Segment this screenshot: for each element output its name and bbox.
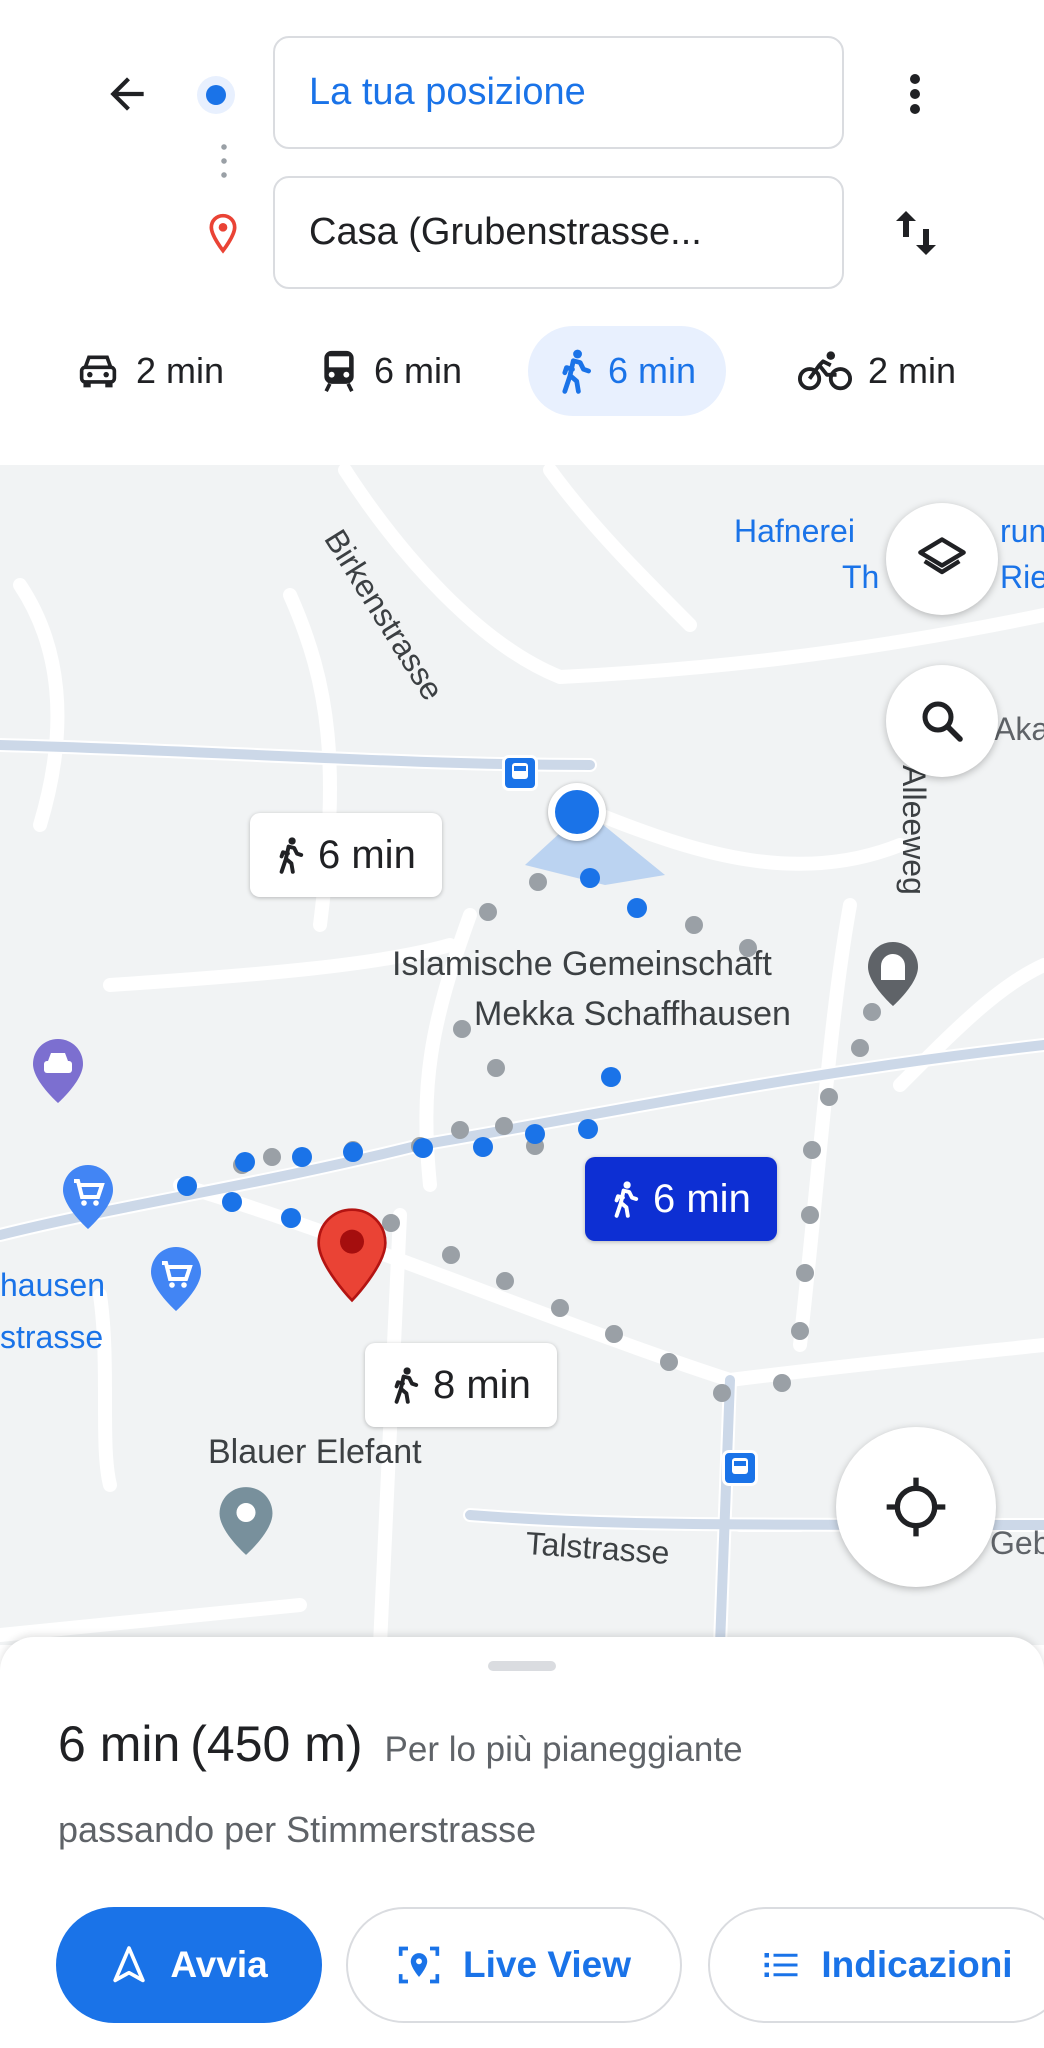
poi-label-geb: Geb [990, 1525, 1044, 1561]
poi-label-hafnerei-suffix: run [1000, 513, 1044, 549]
mode-tab-transit[interactable]: 6 min [320, 326, 462, 416]
sheet-drag-handle[interactable] [488, 1661, 556, 1671]
more-options-button[interactable] [888, 62, 942, 126]
route-map[interactable]: Birkenstrasse Alleeweg Talstrasse Hafner… [0, 465, 1044, 1645]
car-rental-pin-icon[interactable] [30, 1037, 86, 1110]
swap-route-button[interactable] [884, 198, 948, 268]
car-icon [79, 355, 117, 388]
mode-cycling-time: 2 min [868, 350, 957, 391]
route-time-selected: 6 min [653, 1176, 751, 1221]
my-location-button[interactable] [836, 1427, 996, 1587]
origin-marker-icon [197, 76, 235, 114]
navigation-arrow-icon [113, 1946, 146, 1983]
live-view-label: Live View [463, 1944, 631, 1985]
bike-icon [798, 351, 852, 391]
search-along-route-button[interactable] [886, 665, 998, 777]
route-terrain: Per lo più pianeggiante [384, 1730, 743, 1769]
bus-stop-icon-2[interactable] [722, 1450, 758, 1486]
crosshair-icon [886, 1477, 946, 1537]
poi-label-hafnerei: Hafnerei [734, 513, 855, 549]
route-time-alt-1: 6 min [318, 832, 416, 877]
mode-transit-time: 6 min [374, 350, 463, 391]
route-time-bubble-selected[interactable]: 6 min [585, 1157, 777, 1241]
destination-input-value: Casa (Grubenstrasse... [309, 211, 702, 253]
poi-label-mosque-line1: Islamische Gemeinschaft [392, 945, 772, 983]
route-actions: Avvia Live View Indicazioni [56, 1907, 1044, 2025]
destination-pin-icon[interactable] [314, 1207, 390, 1308]
poi-label-hafnerei-suffix2: Rie [1000, 559, 1044, 595]
shopping-pin-icon-2[interactable] [148, 1245, 204, 1318]
walk-icon [394, 1367, 419, 1404]
mosque-pin-icon[interactable] [865, 940, 921, 1013]
destination-input[interactable]: Casa (Grubenstrasse... [273, 176, 844, 289]
swap-vert-icon [896, 211, 936, 255]
transit-icon [324, 350, 354, 392]
list-icon [764, 1953, 798, 1977]
poi-label-hausen: hausen [0, 1267, 105, 1303]
mode-tab-walking[interactable]: 6 min [528, 326, 727, 416]
shopping-pin-icon[interactable] [60, 1163, 116, 1236]
origin-input-value: La tua posizione [309, 71, 586, 113]
route-time-bubble-alt-1[interactable]: 6 min [250, 813, 442, 897]
directions-list-label: Indicazioni [821, 1944, 1013, 1985]
mode-tab-driving[interactable]: 2 min [76, 326, 224, 416]
route-distance: (450 m) [190, 1716, 363, 1772]
route-details-sheet[interactable]: 6 min (450 m) Per lo più pianeggiante pa… [0, 1637, 1044, 2048]
mode-walking-time: 6 min [608, 350, 697, 391]
layers-icon [918, 537, 966, 575]
bus-stop-icon[interactable] [502, 755, 538, 791]
place-pin-icon[interactable] [216, 1485, 276, 1562]
route-summary: 6 min (450 m) Per lo più pianeggiante [58, 1715, 743, 1773]
poi-label-strasse: strasse [0, 1319, 104, 1355]
directions-header: La tua posizione Casa (Grubenstrasse... … [0, 0, 1044, 465]
current-location-marker [548, 783, 606, 841]
route-connector-dots [221, 140, 227, 184]
route-via: passando per Stimmerstrasse [58, 1809, 537, 1850]
current-location-dot [555, 790, 599, 834]
origin-input[interactable]: La tua posizione [273, 36, 844, 149]
street-label-alleeweg: Alleeweg [896, 765, 932, 895]
live-view-icon [398, 1946, 440, 1984]
arrow-back-icon [110, 77, 144, 111]
layers-button[interactable] [886, 503, 998, 615]
search-icon [922, 701, 963, 742]
travel-mode-tabs: 2 min 6 min 6 min 2 min [0, 326, 1044, 416]
route-time-bubble-alt-2[interactable]: 8 min [365, 1343, 557, 1427]
route-time-alt-2: 8 min [433, 1362, 531, 1407]
walk-icon [614, 1181, 639, 1218]
walk-icon [562, 349, 591, 394]
mode-tab-cycling[interactable]: 2 min [798, 326, 956, 416]
live-view-button[interactable]: Live View [346, 1907, 682, 2023]
mode-driving-time: 2 min [136, 350, 225, 391]
more-vert-icon [910, 74, 920, 114]
poi-label-hafnerei-line2: Th [842, 559, 880, 595]
start-navigation-button[interactable]: Avvia [56, 1907, 322, 2023]
poi-label-aka: Aka [994, 711, 1044, 747]
destination-marker-icon [203, 212, 243, 261]
directions-list-button[interactable]: Indicazioni [708, 1907, 1044, 2023]
poi-label-blauer-elefant: Blauer Elefant [208, 1433, 422, 1471]
back-button[interactable] [95, 62, 159, 126]
poi-label-mosque-line2: Mekka Schaffhausen [474, 995, 791, 1033]
route-duration: 6 min [58, 1716, 181, 1772]
start-navigation-label: Avvia [170, 1944, 268, 1985]
walk-icon [279, 837, 304, 874]
